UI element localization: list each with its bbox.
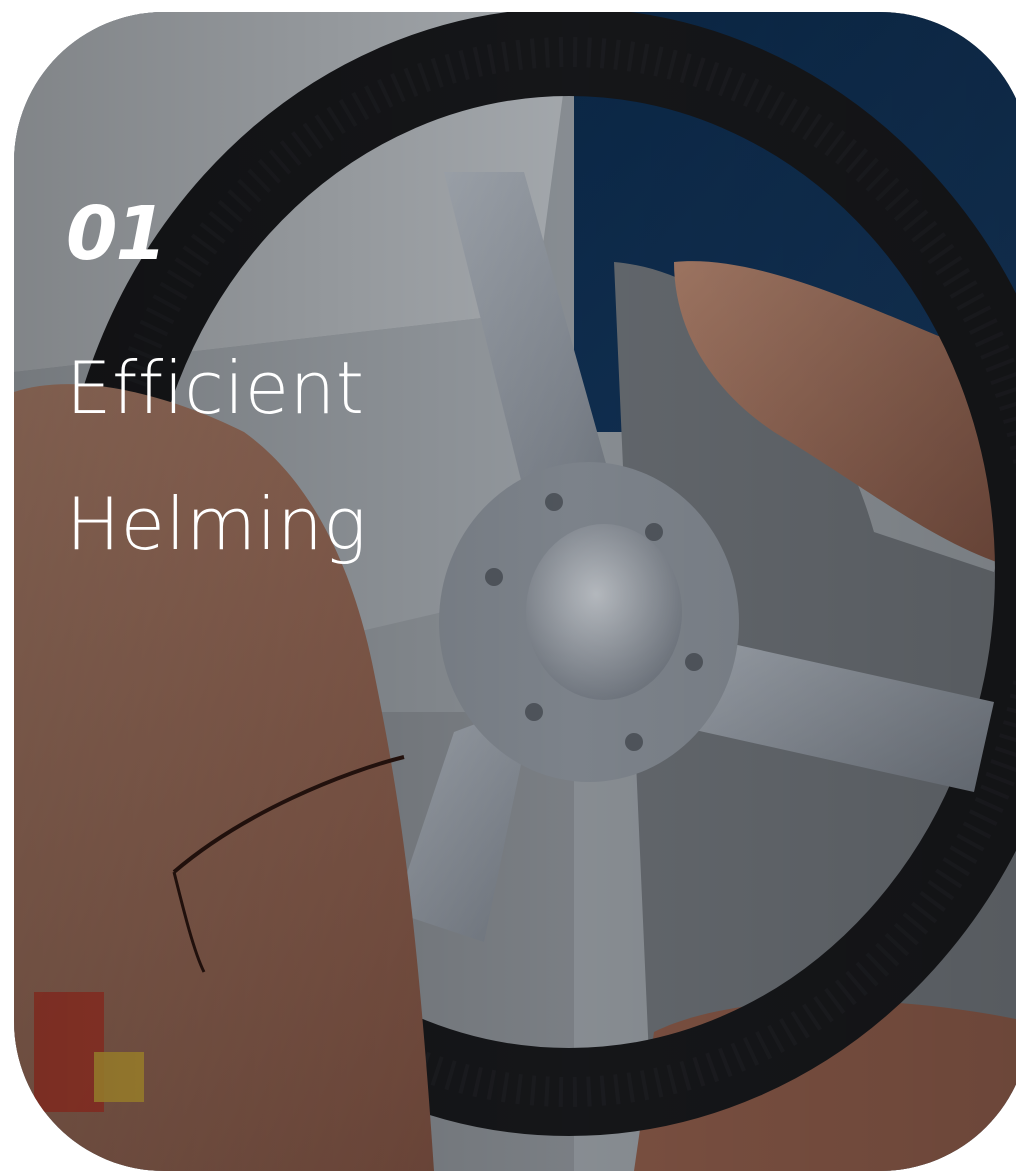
feature-number: 01 (66, 191, 167, 277)
feature-card: 01 Efficient Helming (14, 12, 1016, 1171)
feature-title-line-1: Efficient (66, 346, 365, 430)
feature-title-line-2: Helming (66, 482, 367, 566)
feature-title: Efficient Helming (66, 352, 367, 624)
